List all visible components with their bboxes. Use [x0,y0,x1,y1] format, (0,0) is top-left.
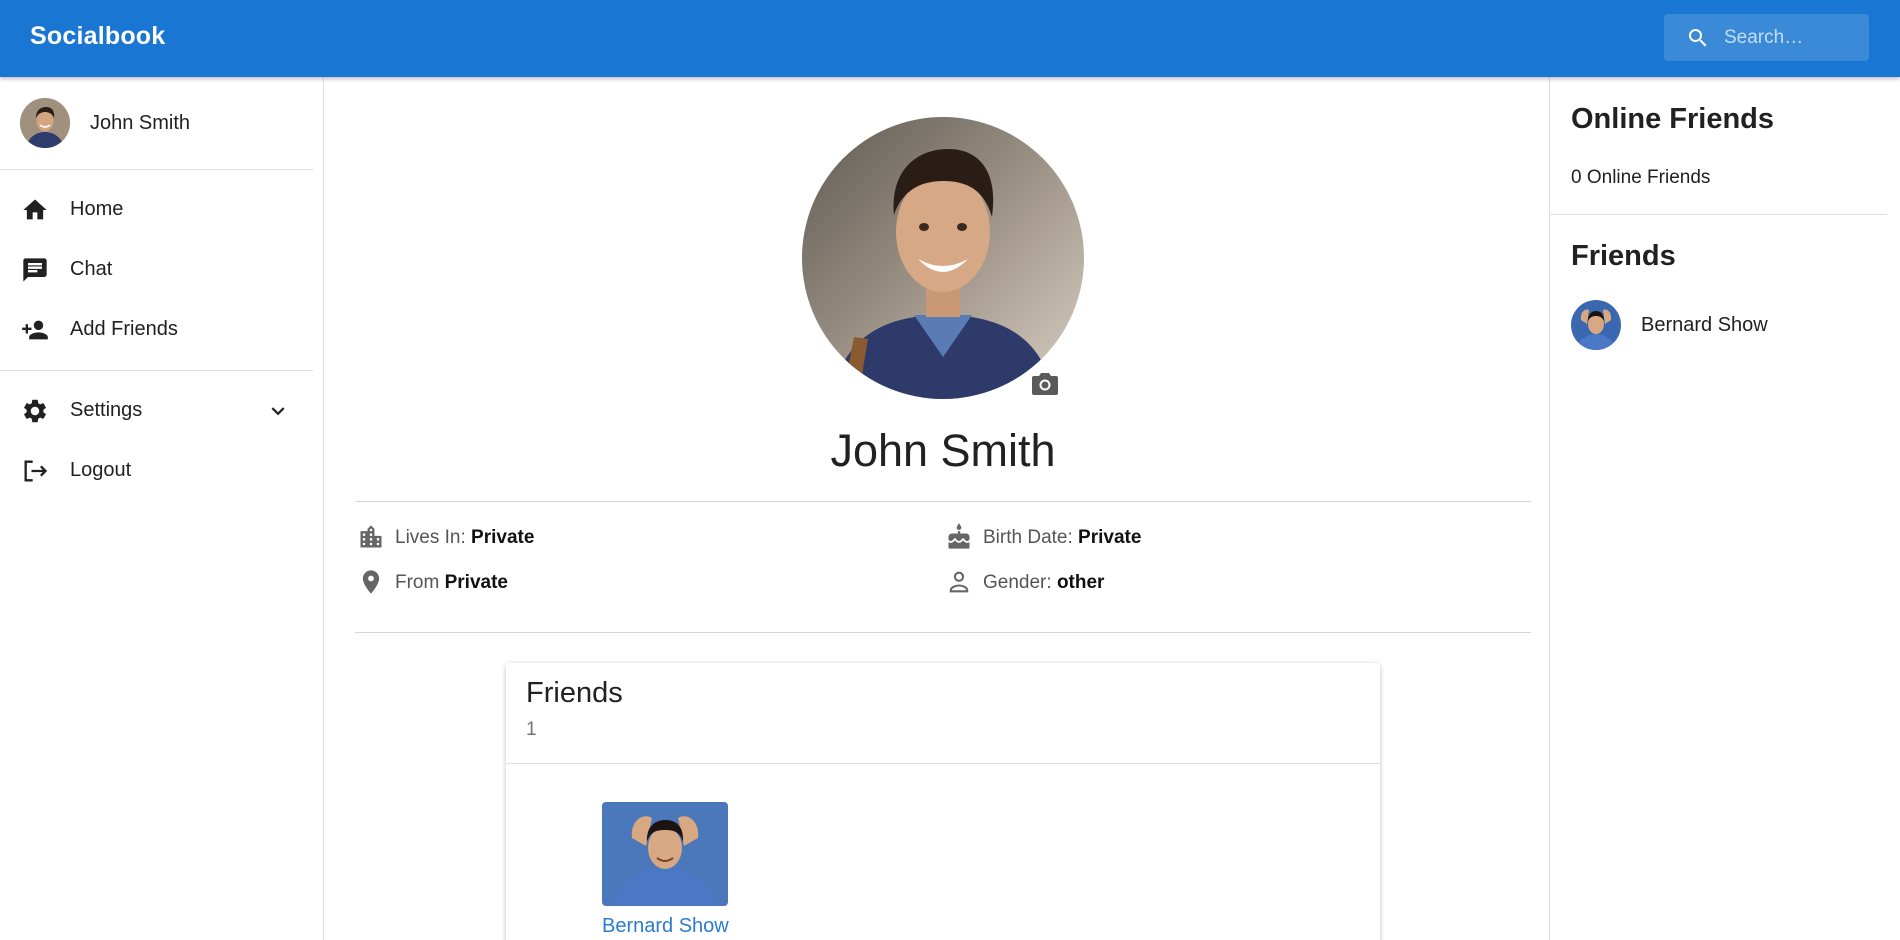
sidebar-item-logout[interactable]: Logout [0,441,313,499]
gender-value: other [1056,572,1105,593]
sidebar-divider [0,169,313,170]
friends-card: Friends 1 Bernard Show [506,663,1380,940]
sidebar-item-add-friends[interactable]: Add Friends [0,300,313,358]
search-box[interactable] [1664,14,1869,61]
sidebar-divider [0,370,313,371]
sidebar-user-name: John Smith [90,112,191,134]
from-value: Private [444,572,508,593]
online-friends-count: 0 Online Friends [1571,167,1711,188]
sidebar-item-label: Add Friends [70,318,178,340]
left-sidebar: John Smith Home Chat Add Friends Setting… [0,77,324,940]
logout-icon [24,460,48,482]
location-pin-icon [362,570,380,594]
friend-avatar [1571,300,1621,350]
sidebar-item-label: Settings [70,399,143,421]
friend-list-item[interactable]: Bernard Show [1571,300,1871,350]
sidebar-user[interactable]: John Smith [20,98,310,148]
friends-card-title: Friends [526,677,623,709]
app-bar: Socialbook [0,0,1900,77]
online-friends-title: Online Friends [1571,103,1775,135]
profile-name: John Smith [830,425,1056,476]
info-divider [355,632,1531,633]
building-icon [360,525,382,548]
person-icon [949,571,969,593]
from-label: From [395,572,440,593]
friend-thumbnail[interactable] [602,802,728,906]
main-content: John Smith Lives In: Private From Privat… [325,77,1549,940]
friends-card-divider [506,763,1380,764]
friend-name: Bernard Show [1641,314,1768,336]
search-icon [1689,29,1707,47]
birth-date-label: Birth Date: [983,527,1073,548]
avatar [20,98,70,148]
right-sidebar: Online Friends 0 Online Friends Friends … [1549,77,1900,940]
sidebar-item-label: Home [70,198,124,220]
brand-logo[interactable]: Socialbook [30,22,165,51]
sidebar-item-chat[interactable]: Chat [0,240,313,298]
friends-title: Friends [1571,240,1676,272]
chevron-down-icon[interactable] [265,398,291,424]
right-divider [1550,214,1887,215]
gear-icon [24,399,46,423]
cake-icon [948,523,970,549]
gender-label: Gender: [983,572,1052,593]
profile-divider [355,501,1531,502]
friend-link[interactable]: Bernard Show [602,915,729,938]
friends-card-count: 1 [526,719,537,740]
add-friend-icon [22,320,48,340]
sidebar-item-settings[interactable]: Settings [0,381,313,439]
lives-in-value: Private [471,527,535,548]
sidebar-item-home[interactable]: Home [0,180,313,238]
sidebar-item-label: Chat [70,258,113,280]
chat-icon [23,258,47,282]
profile-photo [802,117,1084,399]
sidebar-item-label: Logout [70,459,132,481]
search-input[interactable] [1724,14,1864,61]
lives-in-label: Lives In: [395,527,466,548]
camera-icon[interactable] [1030,370,1060,398]
home-icon [23,199,47,220]
birth-date-value: Private [1078,527,1142,548]
